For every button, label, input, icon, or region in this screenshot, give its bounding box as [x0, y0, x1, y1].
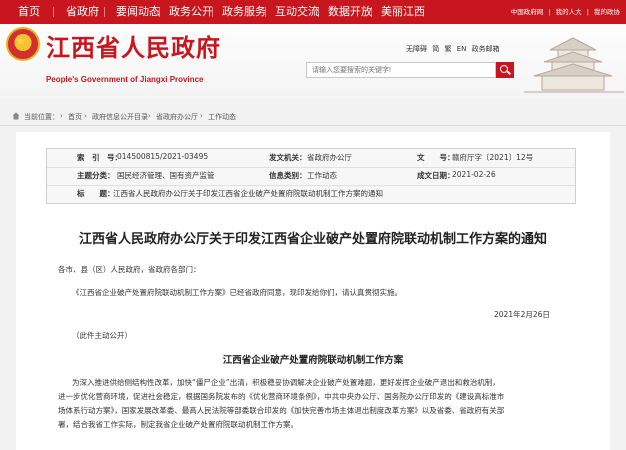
meta-docno-value: 赣府厅字〔2021〕12号 [452, 153, 534, 162]
nav-item-news[interactable]: 要闻动态 [116, 0, 160, 24]
meta-topic-value: 国民经济管理、国有资产监管 [117, 171, 215, 180]
nav-separator [104, 7, 105, 17]
nav-item-government-services[interactable]: 政务服务 [222, 0, 266, 24]
nav-item-government-affairs[interactable]: 政务公开 [169, 0, 213, 24]
section-title: 江西省企业破产处置府院联动机制工作方案 [222, 355, 404, 366]
simplified-chinese-link[interactable]: 简 [432, 45, 439, 53]
document-salutation: 各市、县（区）人民政府，省政府各部门： [58, 265, 201, 274]
top-external-links: 中国政府网 | 我的人大 | 我的政协 [508, 0, 620, 24]
breadcrumb-label: 当前位置： [24, 113, 59, 121]
nav-item-interaction[interactable]: 互动交流 [275, 0, 319, 24]
section-paragraph-line: 署，结合我省工作实际，制定我省企业破产处置府院联动机制工作方案。 [58, 420, 298, 429]
meta-issuer-label: 发文机关： [269, 153, 307, 162]
breadcrumb-catalog[interactable]: 政府信息公开目录 [92, 112, 148, 122]
meta-title-label: 标 题： [77, 189, 115, 198]
search-button[interactable] [496, 62, 514, 78]
search-input[interactable] [306, 62, 496, 78]
meta-category-label: 信息类别： [269, 171, 307, 180]
meta-issuer-value: 省政府办公厅 [307, 153, 352, 162]
document-metadata-table: 索 引 号： 014500815/2021-03495 发文机关： 省政府办公厅… [46, 148, 576, 204]
section-paragraph-line: 进一步优化营商环境，促进社会稳定，根据国务院发布的《优化营商环境条例》，中共中央… [58, 392, 505, 401]
link-my-cppcc[interactable]: 我的政协 [594, 8, 620, 16]
traditional-chinese-link[interactable]: 繁 [444, 45, 451, 53]
nav-separator [265, 7, 266, 17]
breadcrumb-home[interactable]: 首页 [68, 112, 82, 122]
nav-item-open-data[interactable]: 数据开放 [328, 0, 372, 24]
meta-docno-label: 文 号： [417, 153, 455, 162]
section-paragraph-line: 为深入推进供给侧结构性改革，加快“僵尸企业”出清，积极稳妥协调解决企业破产处置难… [72, 378, 500, 387]
section-paragraph-line: 场体系行动方案》，国家发展改革委、最高人民法院等部委联合印发的《加快完善市场主体… [58, 406, 505, 415]
link-separator: | [586, 8, 589, 16]
meta-date-value: 2021-02-26 [452, 170, 496, 179]
link-my-npc[interactable]: 我的人大 [556, 8, 582, 16]
site-subtitle: People's Government of Jiangxi Province [46, 75, 204, 84]
pavilion-illustration [524, 37, 624, 93]
meta-category-value: 工作动态 [307, 171, 337, 180]
nav-separator [53, 7, 54, 17]
header-tools: 无障碍 简 繁 EN 政务邮箱 [406, 44, 503, 54]
link-separator: | [548, 8, 551, 16]
document-public-note: （此件主动公开） [72, 331, 132, 340]
link-china-government[interactable]: 中国政府网 [511, 8, 544, 16]
document-date: 2021年2月26日 [494, 310, 550, 319]
meta-index-label: 索 引 号： [77, 153, 122, 162]
site-title[interactable]: 江西省人民政府 [46, 28, 221, 63]
document-body-paragraph: 《江西省企业破产处置府院联动机制工作方案》已经省政府同意，现印发给你们，请认真贯… [72, 288, 402, 297]
meta-index-value: 014500815/2021-03495 [117, 152, 209, 161]
breadcrumb-current[interactable]: 工作动态 [208, 112, 236, 122]
english-link[interactable]: EN [457, 45, 467, 53]
meta-date-label: 成文日期： [417, 171, 455, 180]
nav-separator [159, 7, 160, 17]
location-icon [12, 112, 20, 120]
accessibility-link[interactable]: 无障碍 [406, 45, 427, 53]
nav-item-beautiful-jiangxi[interactable]: 美丽江西 [381, 0, 425, 24]
nav-separator [318, 7, 319, 17]
nav-separator [212, 7, 213, 17]
breadcrumb-office[interactable]: 省政府办公厅 [156, 112, 198, 122]
government-mail-link[interactable]: 政务邮箱 [472, 45, 500, 53]
nav-separator [371, 7, 372, 17]
meta-topic-label: 主题分类： [77, 171, 115, 180]
top-navigation-bar: 首页 省政府 要闻动态 政务公开 政务服务 互动交流 数据开放 美丽江西 中国政… [0, 0, 626, 24]
emblem-star-icon: ★ [15, 34, 27, 49]
nav-item-home[interactable]: 首页 [18, 0, 40, 24]
document-title: 江西省人民政府办公厅关于印发江西省企业破产处置府院联动机制工作方案的通知 [78, 232, 547, 247]
breadcrumb: 当前位置： › 首页 › 政府信息公开目录 › 省政府办公厅 › 工作动态 [0, 108, 626, 126]
nav-item-provincial-government[interactable]: 省政府 [66, 0, 99, 24]
meta-title-value: 江西省人民政府办公厅关于印发江西省企业破产处置府院联动机制工作方案的通知 [113, 189, 383, 198]
